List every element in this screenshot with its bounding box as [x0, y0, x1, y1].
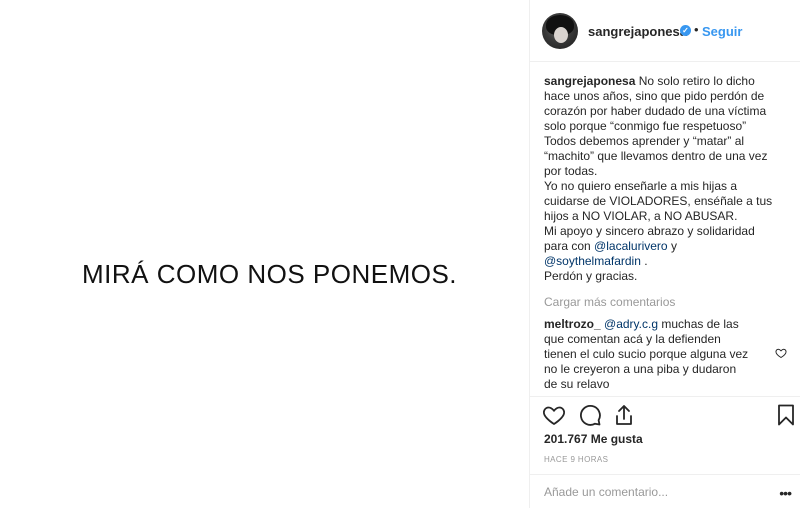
- post-side-panel: sangrejaponesa ✓ • Seguir sangrejaponesa…: [529, 0, 800, 508]
- mention-link[interactable]: @soythelmafardin: [544, 254, 641, 268]
- load-more-comments-button[interactable]: Cargar más comentarios: [544, 295, 787, 309]
- comment-item: meltrozo_ @adry.c.g muchas de las que co…: [544, 317, 787, 392]
- comment-line: muchas de las: [661, 317, 739, 331]
- mention-link[interactable]: @adry.c.g: [604, 317, 658, 331]
- caption-line: “machito” que llevamos dentro de una vez: [544, 149, 768, 163]
- comment-input[interactable]: [544, 485, 764, 499]
- caption-line: Mi apoyo y sincero abrazo y solidaridad: [544, 224, 755, 238]
- likes-count[interactable]: 201.767 Me gusta: [544, 432, 643, 446]
- caption-line: para con: [544, 239, 591, 253]
- comments-list[interactable]: sangrejaponesa No solo retiro lo dicho h…: [530, 62, 800, 396]
- share-icon[interactable]: [612, 403, 636, 427]
- caption-line: corazón por haber dudado de una víctima: [544, 104, 767, 118]
- caption-line: .: [644, 254, 648, 268]
- comment-line: que comentan acá y la defienden: [544, 332, 721, 346]
- post-media: MIRÁ COMO NOS PONEMOS.: [0, 0, 529, 508]
- post-actions: [530, 396, 800, 432]
- caption-line: y: [670, 239, 677, 253]
- header-separator: •: [694, 22, 699, 37]
- comment-line: tienen el culo sucio porque alguna vez: [544, 347, 749, 361]
- post-caption: sangrejaponesa No solo retiro lo dicho h…: [544, 74, 787, 284]
- caption-line: por todas.: [544, 164, 598, 178]
- post-image-text: MIRÁ COMO NOS PONEMOS.: [81, 258, 458, 289]
- caption-line: No solo retiro lo dicho: [638, 74, 755, 88]
- caption-line: solo porque “conmigo fue respetuoso”: [544, 119, 747, 133]
- caption-line: hace unos años, sino que pido perdón de: [544, 89, 765, 103]
- avatar[interactable]: [542, 13, 578, 49]
- follow-button[interactable]: Seguir: [702, 24, 742, 39]
- comment-line: de su relavo: [544, 377, 610, 391]
- comment-heart-icon[interactable]: [775, 347, 787, 359]
- mention-link[interactable]: @lacalurivero: [594, 239, 668, 253]
- bookmark-icon[interactable]: [774, 403, 798, 427]
- caption-username[interactable]: sangrejaponesa: [544, 74, 635, 88]
- heart-icon[interactable]: [542, 403, 566, 427]
- post-header: sangrejaponesa ✓ • Seguir: [530, 0, 800, 62]
- comment-bubble-icon[interactable]: [578, 403, 602, 427]
- comment-line: no le creyeron a una piba y dudaron: [544, 362, 737, 376]
- more-options-icon[interactable]: •••: [779, 485, 792, 501]
- caption-line: cuidarse de VIOLADORES, enséñale a tus: [544, 194, 773, 208]
- caption-line: hijos a NO VIOLAR, a NO ABUSAR.: [544, 209, 738, 223]
- post-timestamp[interactable]: HACE 9 HORAS: [544, 455, 608, 464]
- caption-line: Perdón y gracias.: [544, 269, 638, 283]
- caption-line: Todos debemos aprender y “matar” al: [544, 134, 745, 148]
- header-username[interactable]: sangrejaponesa: [588, 24, 687, 39]
- verified-badge-icon: ✓: [680, 25, 691, 36]
- add-comment-bar: •••: [530, 474, 800, 508]
- comment-username[interactable]: meltrozo_: [544, 317, 601, 331]
- caption-line: Yo no quiero enseñarle a mis hijas a: [544, 179, 738, 193]
